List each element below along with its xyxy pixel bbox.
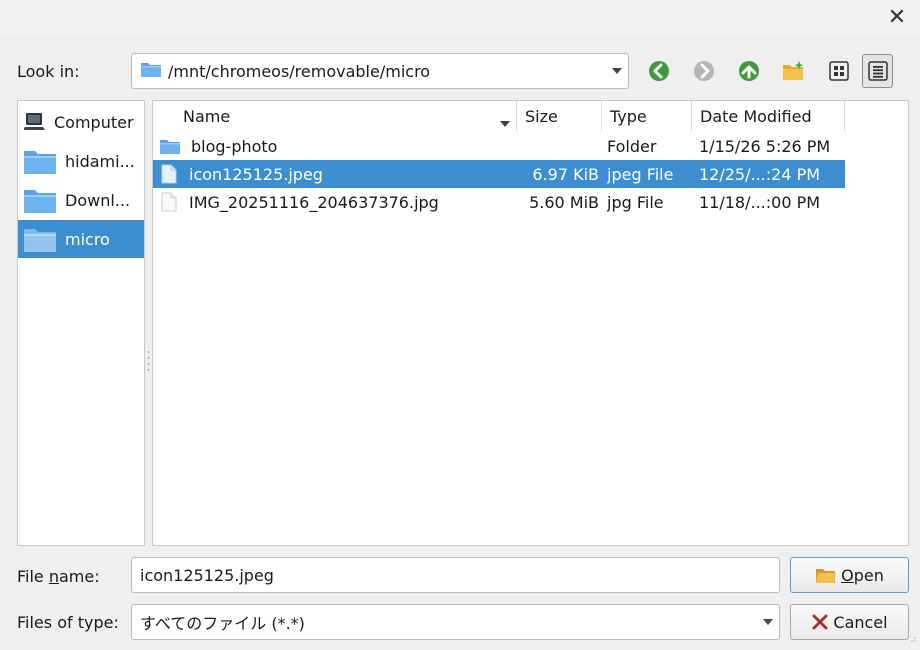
file-type: jpg File (607, 192, 664, 212)
cancel-button[interactable]: Cancel (790, 604, 909, 640)
file-icon (161, 192, 177, 212)
splitter-handle[interactable] (147, 349, 150, 373)
file-date: 1/15/26 5:26 PM (699, 136, 831, 156)
chevron-down-icon[interactable] (757, 619, 779, 625)
open-button[interactable]: Open (790, 557, 909, 593)
file-name-label: File name: (17, 567, 100, 586)
detail-view-icon (867, 61, 888, 81)
look-in-label: Look in: (17, 62, 80, 81)
file-size (517, 132, 599, 160)
sidebar-item-label: Computer (54, 112, 134, 132)
file-size: 6.97 KiB (532, 164, 599, 184)
computer-icon (24, 112, 46, 132)
icon-view-button[interactable] (823, 54, 854, 88)
folder-open-icon (815, 566, 837, 584)
file-name: blog-photo (191, 136, 278, 156)
folder-icon (140, 60, 162, 82)
file-date: 11/18/...:00 PM (699, 192, 821, 212)
file-dialog: Look in: /mnt/chromeos/removable/micro C… (0, 36, 920, 650)
file-name-input[interactable]: icon125125.jpeg (131, 557, 780, 593)
file-size: 5.60 MiB (529, 192, 599, 212)
parent-folder-button[interactable] (733, 54, 764, 88)
new-folder-icon (782, 61, 803, 80)
forward-button[interactable] (688, 54, 719, 88)
back-icon (648, 61, 669, 81)
sidebar-item-hidami[interactable]: hidami... (18, 142, 144, 180)
close-button[interactable]: ✕ (882, 2, 912, 32)
folder-icon (23, 186, 57, 214)
new-folder-button[interactable] (778, 54, 809, 88)
look-in-combo[interactable]: /mnt/chromeos/removable/micro (131, 53, 629, 89)
sort-descending-icon (500, 112, 510, 131)
file-type: Folder (607, 136, 657, 156)
sidebar: Computer hidami... Downl... micro (17, 100, 145, 546)
detail-view-button[interactable] (862, 54, 893, 88)
sidebar-item-computer[interactable]: Computer (18, 103, 144, 141)
file-name: IMG_20251116_204637376.jpg (189, 192, 439, 212)
file-type: jpeg File (607, 164, 674, 184)
file-icon (161, 164, 177, 184)
file-type-label: Files of type: (17, 613, 119, 632)
resize-grip[interactable] (909, 628, 917, 647)
sidebar-item-micro[interactable]: micro (18, 220, 144, 258)
sidebar-item-label: micro (65, 229, 110, 249)
column-header-size[interactable]: Size (517, 101, 602, 131)
column-header-name[interactable]: Name (153, 101, 517, 131)
parent-folder-icon (738, 61, 759, 81)
sidebar-item-label: Downl... (65, 190, 131, 210)
toolbar (643, 54, 901, 88)
forward-icon (693, 61, 714, 81)
folder-icon (159, 137, 181, 155)
icon-view-icon (828, 61, 849, 81)
cancel-x-icon (811, 613, 829, 631)
file-type-combo[interactable]: すべてのファイル (*.*) (131, 604, 780, 640)
column-header-date-modified[interactable]: Date Modified (692, 101, 845, 131)
file-name: icon125125.jpeg (189, 164, 323, 184)
file-date: 12/25/...:24 PM (699, 164, 821, 184)
column-header-type[interactable]: Type (602, 101, 692, 131)
folder-icon (23, 147, 57, 175)
title-bar: ✕ (0, 0, 920, 36)
table-row[interactable]: IMG_20251116_204637376.jpg 5.60 MiB jpg … (153, 188, 845, 216)
sidebar-item-label: hidami... (65, 151, 135, 171)
close-icon: ✕ (887, 4, 907, 30)
file-list: Name Size Type Date Modified blog-photo … (152, 100, 909, 546)
chevron-down-icon[interactable] (606, 68, 628, 74)
look-in-path: /mnt/chromeos/removable/micro (168, 61, 431, 81)
back-button[interactable] (643, 54, 674, 88)
sidebar-item-downloads[interactable]: Downl... (18, 181, 144, 219)
table-row[interactable]: blog-photo Folder 1/15/26 5:26 PM (153, 132, 845, 160)
folder-icon (23, 225, 57, 253)
table-row[interactable]: icon125125.jpeg 6.97 KiB jpeg File 12/25… (153, 160, 845, 188)
